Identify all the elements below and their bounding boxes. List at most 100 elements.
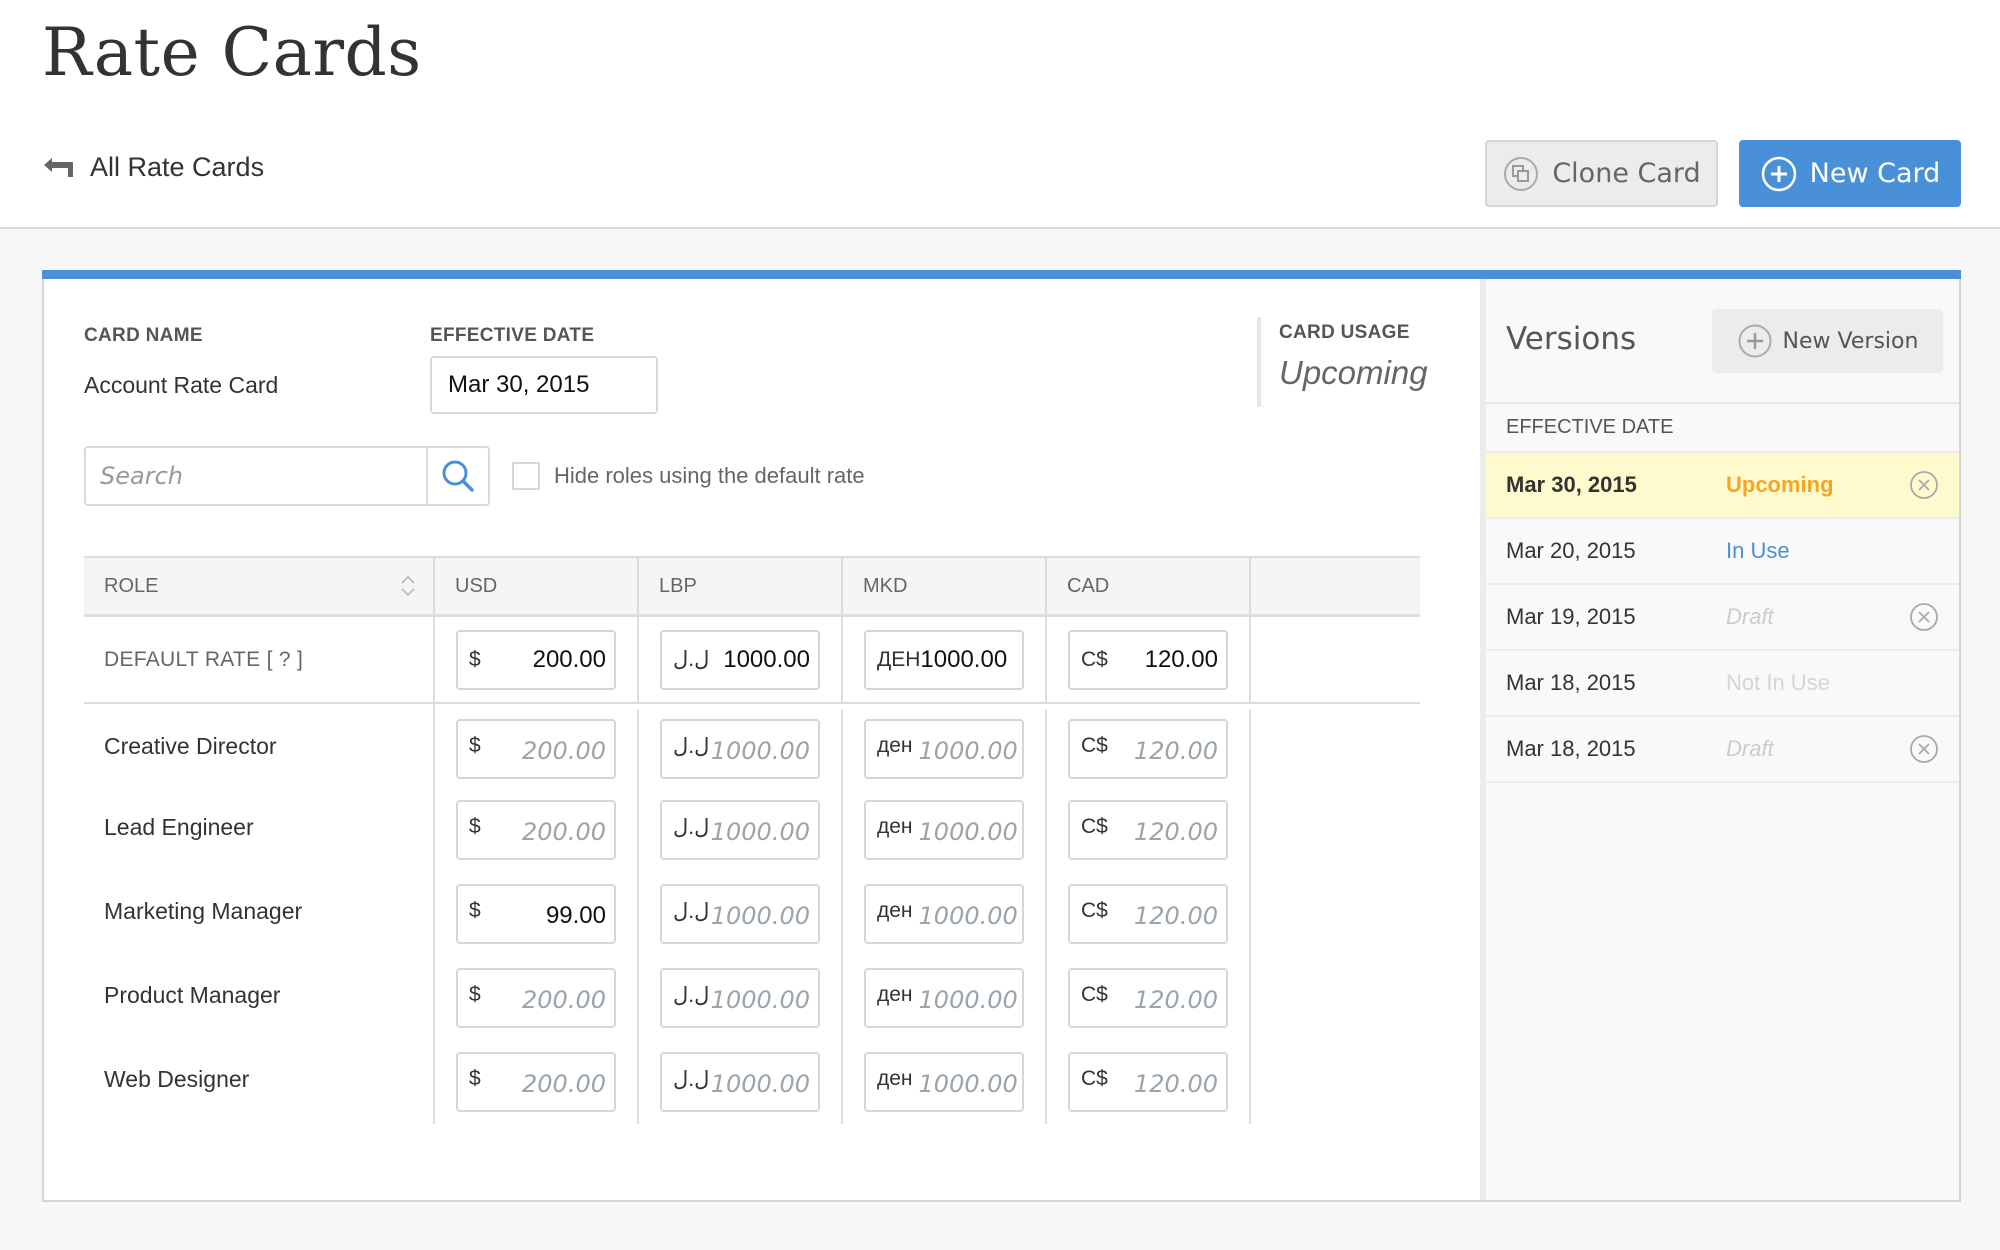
- rate-input-lbp[interactable]: ل.ل 1000.00: [660, 719, 820, 779]
- column-header-cad: CAD: [1047, 558, 1251, 614]
- column-header-role[interactable]: ROLE: [84, 558, 435, 614]
- rate-cell-lbp: ل.ل 1000.00: [639, 710, 843, 788]
- column-header-lbp: LBP: [639, 558, 843, 614]
- rate-value: 200.00: [522, 1070, 606, 1098]
- rate-cell-usd: $200.00: [435, 1040, 639, 1124]
- rate-cell-lbp: ل.ل 1000.00: [639, 872, 843, 956]
- new-card-label: New Card: [1809, 158, 1941, 189]
- rate-value: 120.00: [1134, 986, 1218, 1014]
- table-row: Product Manager $200.00 ل.ل 1000.00 ден 1000.…: [84, 950, 1420, 1040]
- rate-input-mkd[interactable]: ден 1000.00: [864, 884, 1024, 944]
- rate-value: 120.00: [1134, 902, 1218, 930]
- rate-value: 1000.00: [710, 902, 810, 930]
- rate-input-cad[interactable]: C$ 120.00: [1068, 884, 1228, 944]
- currency-symbol: ден: [877, 815, 913, 838]
- versions-header: Versions New Version: [1486, 279, 1959, 404]
- rate-value: 120.00: [1144, 645, 1218, 673]
- column-header-mkd: MKD: [843, 558, 1047, 614]
- all-rate-cards-link[interactable]: All Rate Cards: [42, 152, 264, 183]
- rate-value: 1000.00: [710, 1070, 810, 1098]
- rate-input-lbp[interactable]: ل.ل 1000.00: [660, 800, 820, 860]
- hide-default-roles-toggle[interactable]: Hide roles using the default rate: [512, 462, 865, 490]
- version-date: Mar 20, 2015: [1506, 538, 1636, 563]
- new-version-label: New Version: [1782, 328, 1919, 354]
- rate-input-cad[interactable]: C$ 120.00: [1068, 1052, 1228, 1112]
- search-button[interactable]: [426, 448, 488, 504]
- currency-symbol: ل.ل: [673, 735, 710, 758]
- rate-value: 120.00: [1134, 737, 1218, 765]
- version-date: Mar 30, 2015: [1506, 472, 1637, 497]
- version-date: Mar 18, 2015: [1506, 670, 1636, 695]
- default-rate-usd-input[interactable]: $ 200.00: [456, 629, 616, 690]
- version-status: In Use: [1726, 538, 1790, 563]
- default-rate-label[interactable]: DEFAULT RATE [ ? ]: [84, 617, 435, 702]
- currency-symbol: $: [469, 983, 481, 1006]
- default-rate-lbp-input[interactable]: ل.ل 1000.00: [660, 629, 820, 690]
- versions-column-header: EFFECTIVE DATE: [1486, 404, 1959, 453]
- version-item[interactable]: Mar 18, 2015 Draft: [1486, 717, 1959, 783]
- rate-cell-usd: $99.00: [435, 872, 639, 956]
- remove-version-icon[interactable]: [1909, 602, 1939, 632]
- rate-input-usd[interactable]: $200.00: [456, 1052, 616, 1112]
- default-rate-usd-cell: $ 200.00: [435, 617, 639, 702]
- rate-input-usd[interactable]: $200.00: [456, 968, 616, 1028]
- rate-input-usd[interactable]: $200.00: [456, 800, 616, 860]
- version-item[interactable]: Mar 19, 2015 Draft: [1486, 585, 1959, 651]
- version-item[interactable]: Mar 18, 2015 Not In Use: [1486, 651, 1959, 717]
- default-rate-cad-input[interactable]: C$ 120.00: [1068, 629, 1228, 690]
- rate-input-mkd[interactable]: ден 1000.00: [864, 1052, 1024, 1112]
- version-date: Mar 19, 2015: [1506, 604, 1636, 629]
- currency-symbol: C$: [1081, 647, 1108, 671]
- currency-symbol: $: [469, 734, 481, 757]
- all-rate-cards-label: All Rate Cards: [90, 152, 265, 182]
- default-rate-mkd-input[interactable]: ДЕН 1000.00: [864, 629, 1024, 690]
- version-item[interactable]: Mar 20, 2015 In Use: [1486, 519, 1959, 585]
- currency-symbol: ден: [877, 899, 913, 922]
- rate-cell-lbp: ل.ل 1000.00: [639, 956, 843, 1040]
- versions-panel: Versions New Version EFFECTIVE DATE Mar …: [1480, 279, 1959, 1200]
- rate-input-cad[interactable]: C$ 120.00: [1068, 800, 1228, 860]
- rate-cell-cad: C$ 120.00: [1047, 956, 1251, 1040]
- rate-input-mkd[interactable]: ден 1000.00: [864, 968, 1024, 1028]
- role-name: Lead Engineer: [84, 782, 435, 872]
- currency-symbol: ل.ل: [673, 648, 710, 671]
- card-usage-label: CARD USAGE: [1279, 322, 1410, 343]
- new-version-button[interactable]: New Version: [1712, 309, 1943, 373]
- table-row: Web Designer $200.00 ل.ل 1000.00 ден 1000.00 C…: [84, 1034, 1420, 1124]
- row-spacer: [1251, 710, 1420, 788]
- table-row: Lead Engineer $200.00 ل.ل 1000.00 ден 1000.00…: [84, 782, 1420, 872]
- rate-input-mkd[interactable]: ден 1000.00: [864, 800, 1024, 860]
- default-rate-row: DEFAULT RATE [ ? ] $ 200.00 ل.ل 1000.00 …: [84, 617, 1420, 704]
- currency-symbol: ل.ل: [673, 1068, 710, 1091]
- rate-input-mkd[interactable]: ден 1000.00: [864, 719, 1024, 779]
- sort-icon[interactable]: [399, 573, 417, 599]
- hide-default-roles-checkbox[interactable]: [512, 462, 540, 490]
- rate-input-cad[interactable]: C$ 120.00: [1068, 719, 1228, 779]
- search-input[interactable]: [86, 448, 426, 504]
- rate-cell-cad: C$ 120.00: [1047, 1040, 1251, 1124]
- plus-circle-icon: [1738, 324, 1772, 358]
- rate-value: 1000.00: [920, 645, 1008, 673]
- card-name-label: CARD NAME: [84, 325, 203, 346]
- new-card-button[interactable]: New Card: [1739, 140, 1961, 207]
- clone-card-label: Clone Card: [1552, 158, 1701, 189]
- rate-cell-mkd: ден 1000.00: [843, 710, 1047, 788]
- remove-version-icon[interactable]: [1909, 470, 1939, 500]
- rate-input-lbp[interactable]: ل.ل 1000.00: [660, 1052, 820, 1112]
- hide-default-roles-label: Hide roles using the default rate: [554, 463, 865, 488]
- rate-value: 200.00: [522, 986, 606, 1014]
- effective-date-input[interactable]: Mar 30, 2015: [430, 356, 658, 414]
- role-name: Web Designer: [84, 1034, 435, 1124]
- remove-version-icon[interactable]: [1909, 734, 1939, 764]
- rate-cell-cad: C$ 120.00: [1047, 788, 1251, 872]
- currency-symbol: C$: [1081, 899, 1108, 922]
- version-item[interactable]: Mar 30, 2015 Upcoming: [1486, 453, 1959, 519]
- rate-input-cad[interactable]: C$ 120.00: [1068, 968, 1228, 1028]
- row-spacer: [1251, 788, 1420, 872]
- rate-input-lbp[interactable]: ل.ل 1000.00: [660, 884, 820, 944]
- rate-input-usd[interactable]: $200.00: [456, 719, 616, 779]
- rate-input-usd[interactable]: $99.00: [456, 884, 616, 944]
- table-row: Creative Director $200.00 ل.ل 1000.00 ден 100…: [84, 704, 1420, 788]
- rate-input-lbp[interactable]: ل.ل 1000.00: [660, 968, 820, 1028]
- clone-card-button[interactable]: Clone Card: [1485, 140, 1718, 207]
